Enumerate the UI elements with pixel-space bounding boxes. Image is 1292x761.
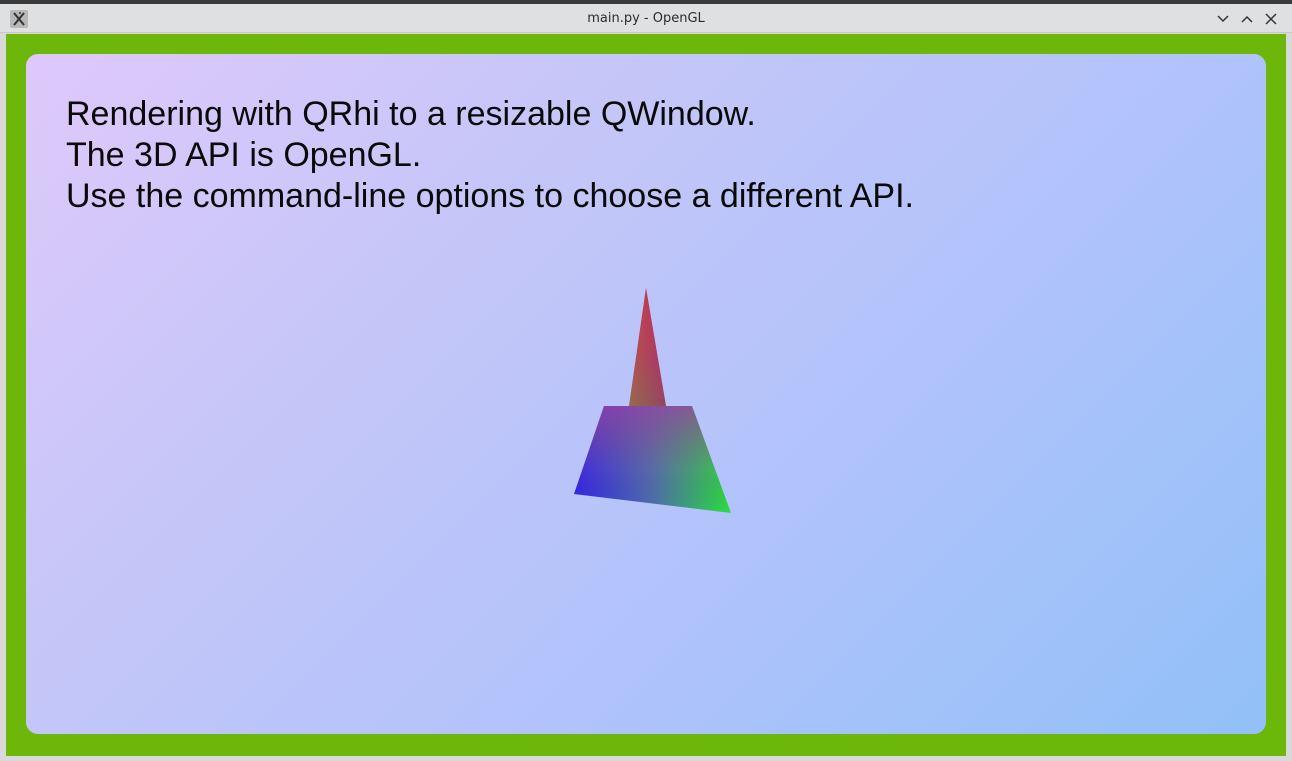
title-bar[interactable]: main.py - OpenGL: [0, 4, 1292, 33]
app-window: main.py - OpenGL Rendering with QRhi to …: [0, 4, 1292, 761]
close-icon: [1265, 13, 1277, 25]
window-title: main.py - OpenGL: [587, 11, 705, 26]
maximize-button[interactable]: [1239, 11, 1255, 27]
chevron-up-icon: [1241, 15, 1253, 23]
minimize-button[interactable]: [1215, 11, 1231, 27]
rendered-3d-scene: [574, 288, 731, 513]
triangle-shape: [574, 288, 731, 513]
chevron-down-icon: [1217, 15, 1229, 23]
close-button[interactable]: [1263, 11, 1279, 27]
render-viewport: Rendering with QRhi to a resizable QWind…: [26, 54, 1266, 734]
render-surface-frame: Rendering with QRhi to a resizable QWind…: [6, 34, 1286, 756]
